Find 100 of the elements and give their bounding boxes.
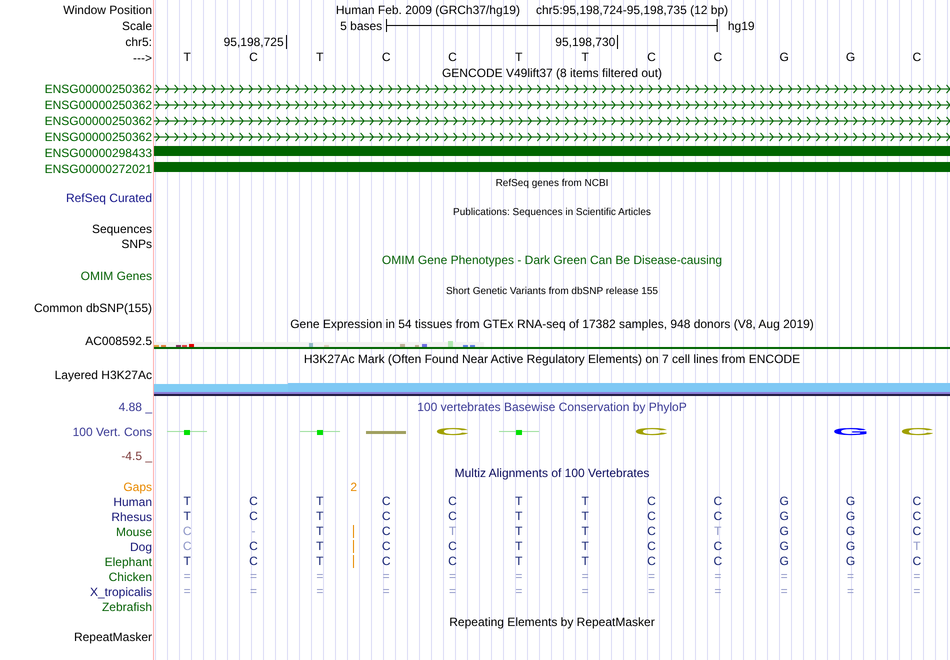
base-letter: T [515, 525, 522, 538]
score-bar [300, 429, 340, 435]
base-letter: = [913, 570, 920, 583]
track-label[interactable]: OMIM Genes [80, 269, 152, 283]
base-letter: T [316, 495, 324, 508]
base-letter: T [581, 51, 589, 64]
track-label[interactable]: Chicken [108, 570, 152, 584]
track-label[interactable]: ENSG00000298433 [44, 146, 152, 160]
base-letter: C [448, 540, 457, 553]
base-letter: G [779, 495, 789, 508]
base-letter: G [846, 540, 856, 553]
base-letter: = [382, 570, 390, 583]
base-letter: C [448, 51, 457, 64]
base-letter: C [382, 555, 390, 568]
track-title: H3K27Ac Mark (Often Found Near Active Regulatory Elements) on 7 cell lines from ENCODE [304, 352, 800, 366]
track-label[interactable]: ENSG00000250362 [44, 114, 152, 128]
base-letter: C [647, 525, 656, 538]
base-letter: = [913, 585, 920, 598]
track-label[interactable]: Zebrafish [102, 600, 152, 614]
base-letter: C [448, 555, 457, 568]
base-letter: G [846, 51, 856, 64]
base-letter: T [183, 510, 191, 523]
base-letter: = [250, 585, 257, 598]
base-letter: T [714, 525, 722, 538]
base-letter: T [581, 510, 589, 523]
base-letter: = [316, 585, 324, 598]
base-letter: = [448, 570, 456, 583]
base-letter: T [581, 525, 589, 538]
base-letter: T [316, 510, 324, 523]
base-letter: G [779, 555, 789, 568]
track-title: Multiz Alignments of 100 Vertebrates [454, 466, 650, 480]
base-letter: C [647, 495, 656, 508]
base-letter: G [846, 510, 856, 523]
track-label[interactable]: ---> [133, 50, 152, 64]
track-label[interactable]: Human [113, 494, 152, 508]
base-letter: T [515, 510, 522, 523]
track-label[interactable]: Common dbSNP(155) [34, 301, 152, 315]
track-label[interactable]: Dog [130, 540, 152, 554]
track-label[interactable]: Mouse [116, 524, 152, 538]
conservation-letter: C [435, 427, 470, 437]
track-label[interactable]: ENSG00000250362 [44, 82, 152, 96]
base-letter: T [515, 495, 522, 508]
base-letter: C [382, 495, 390, 508]
base-letter: = [515, 585, 522, 598]
coordinate-label: 95,198,730 [555, 35, 618, 49]
base-letter: = [582, 585, 589, 598]
track-title: RefSeq genes from NCBI [496, 177, 608, 191]
base-letter: C [182, 525, 192, 538]
track-label[interactable]: Scale [122, 18, 152, 32]
track-label[interactable]: ENSG00000250362 [44, 98, 152, 112]
base-letter: T [913, 540, 920, 553]
base-letter: C [912, 510, 922, 523]
track-label[interactable]: Rhesus [111, 510, 152, 524]
track-label[interactable]: Window Position [63, 2, 152, 16]
base-letter: = [382, 585, 390, 598]
track-label[interactable]: Elephant [104, 554, 152, 568]
base-letter: = [714, 570, 722, 583]
scale-text: 5 bases [339, 18, 384, 32]
base-letter: T [316, 540, 324, 553]
base-letter: C [382, 51, 390, 64]
base-letter: C [182, 540, 192, 553]
base-letter: C [382, 540, 390, 553]
base-letter: G [846, 555, 856, 568]
track-label[interactable]: X_tropicalis [90, 584, 152, 598]
base-letter: = [582, 570, 589, 583]
base-letter: C [448, 510, 457, 523]
track-label[interactable]: AC008592.5 [85, 334, 152, 348]
base-letter: T [316, 555, 324, 568]
conservation-letter: G [832, 427, 870, 437]
base-letter: C [713, 510, 722, 523]
base-letter: = [846, 570, 854, 583]
track-label[interactable]: chr5: [125, 35, 152, 49]
base-letter: C [912, 525, 922, 538]
track-label[interactable]: 100 Vert. Cons [72, 425, 152, 439]
base-letter: G [779, 525, 789, 538]
track-label[interactable]: ENSG00000272021 [44, 162, 152, 176]
track-title: Short Genetic Variants from dbSNP release 155 [446, 285, 658, 299]
track-label[interactable]: -4.5 _ [121, 449, 152, 463]
track-label[interactable]: SNPs [121, 236, 152, 250]
base-letter: = [714, 585, 722, 598]
base-letter: T [515, 51, 522, 64]
track-label[interactable]: ENSG00000250362 [44, 130, 152, 144]
track-label[interactable]: RepeatMasker [74, 630, 152, 644]
score-bar [167, 429, 208, 435]
score-bar [498, 429, 539, 435]
track-label[interactable]: Sequences [92, 222, 152, 236]
base-letter: C [713, 51, 722, 64]
track-title: OMIM Gene Phenotypes - Dark Green Can Be Disease-causing [382, 253, 722, 267]
base-letter: C [912, 495, 922, 508]
track-label[interactable]: Layered H3K27Ac [54, 368, 152, 382]
base-letter: C [382, 510, 390, 523]
base-letter: = [448, 585, 456, 598]
base-letter: C [249, 51, 258, 64]
track-title: Gene Expression in 54 tissues from GTEx RNA-seq of 17382 samples, 948 donors (V8, Aug 2019) [290, 317, 814, 331]
base-letter: = [184, 570, 191, 583]
base-letter: C [647, 540, 656, 553]
position-text: chr5:95,198,724-95,198,735 (12 bp) [536, 2, 728, 16]
track-label[interactable]: RefSeq Curated [66, 191, 152, 205]
base-letter: C [713, 540, 722, 553]
track-label[interactable]: 4.88 _ [118, 400, 152, 414]
